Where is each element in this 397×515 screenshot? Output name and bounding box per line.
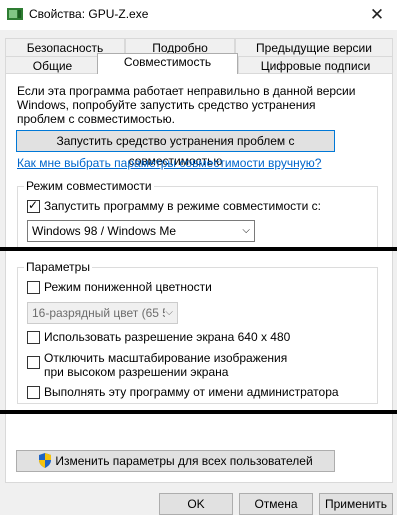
window-title: Свойства: GPU-Z.exe: [29, 7, 149, 21]
close-icon[interactable]: ✕: [357, 0, 397, 30]
tab-general[interactable]: Общие: [5, 56, 100, 74]
intro-text: Если эта программа работает неправильно …: [17, 84, 356, 126]
run-as-admin-checkbox[interactable]: [27, 386, 40, 399]
chevron-down-icon: ⌵: [165, 303, 173, 323]
res-640-label: Использовать разрешение экрана 640 x 480: [44, 330, 291, 344]
run-troubleshooter-button[interactable]: Запустить средство устранения проблем с …: [16, 130, 335, 168]
res-640-checkbox[interactable]: [27, 331, 40, 344]
change-all-users-button[interactable]: Изменить параметры для всех пользователе…: [16, 450, 335, 472]
compat-mode-legend: Режим совместимости: [24, 179, 154, 193]
reduced-color-checkbox[interactable]: [27, 281, 40, 294]
os-select[interactable]: Windows 98 / Windows Me ⌵: [27, 220, 255, 242]
compat-mode-label: Запустить программу в режиме совместимос…: [44, 199, 321, 213]
reduced-color-label: Режим пониженной цветности: [44, 280, 212, 294]
compat-mode-checkbox[interactable]: [27, 198, 40, 213]
separator-bar: [0, 247, 397, 251]
tab-previous-versions[interactable]: Предыдущие версии: [235, 38, 393, 57]
run-as-admin-label: Выполнять эту программу от имени админис…: [44, 385, 339, 399]
uac-shield-icon: [39, 453, 52, 468]
tab-digital-signatures[interactable]: Цифровые подписи: [238, 56, 393, 74]
gpu-icon: [7, 8, 23, 20]
tab-compatibility[interactable]: Совместимость: [97, 53, 238, 74]
settings-legend: Параметры: [24, 260, 92, 274]
chevron-down-icon: ⌵: [242, 225, 250, 236]
dpi-scaling-checkbox[interactable]: [27, 356, 40, 369]
manual-settings-link[interactable]: Как мне выбрать параметры совместимости …: [17, 156, 321, 170]
title-bar: Свойства: GPU-Z.exe ✕: [0, 0, 397, 30]
color-depth-select[interactable]: 16-разрядный цвет (65 5 ⌵: [27, 302, 178, 324]
dpi-scaling-label: Отключить масштабирование изображения пр…: [44, 351, 288, 379]
separator-bar: [0, 410, 397, 414]
